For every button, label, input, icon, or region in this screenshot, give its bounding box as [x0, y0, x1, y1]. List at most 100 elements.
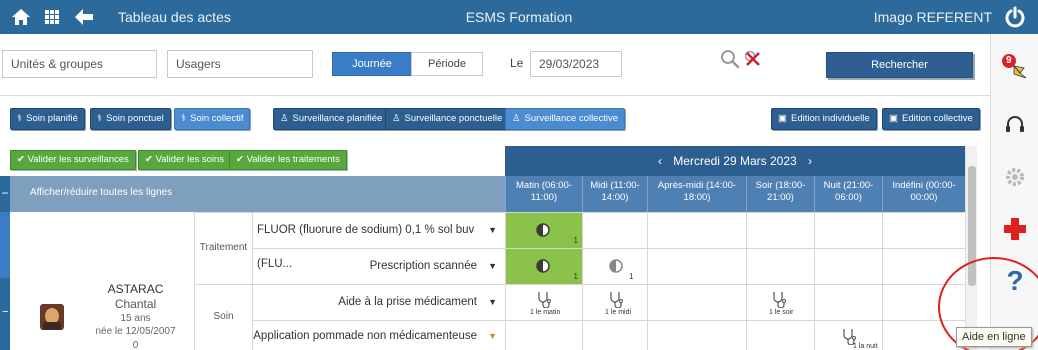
previous-day-button[interactable]: ‹ [650, 154, 670, 168]
validate-traitements-button[interactable]: ✔ Valider les traitements [229, 150, 347, 170]
soin-collectif-label: Soin collectif [190, 113, 244, 124]
check-icon: ✔ [17, 154, 28, 165]
medical-button[interactable] [1000, 214, 1030, 244]
cell-fluor-apres-midi[interactable] [647, 212, 746, 248]
surveillance-planifiee-button[interactable]: ♙ Surveillance planifiée [273, 108, 390, 130]
category-soin: Soin [195, 284, 253, 350]
cell-aide-midi[interactable]: 1 le midi [582, 284, 647, 320]
validate-soins-button[interactable]: ✔ Valider les soins [138, 150, 232, 170]
row-collapse-toggle[interactable]: − [0, 278, 10, 350]
cell-prescription-matin[interactable]: 1 [505, 248, 582, 284]
mode-period-button[interactable]: Période [411, 52, 483, 76]
surveillance-collective-label: Surveillance collective [524, 113, 618, 124]
soin-planifie-label: Soin planifié [26, 113, 78, 124]
slot-line: 21:00) [767, 192, 794, 203]
soin-collectif-button[interactable]: ⚕ Soin collectif [174, 108, 251, 130]
cell-aide-apres-midi[interactable] [647, 284, 746, 320]
patient-birth-date: née le 12/05/2007 [95, 326, 176, 337]
search-icon[interactable] [719, 48, 741, 70]
cell-aide-soir[interactable]: 1 le soir [746, 284, 814, 320]
stethoscope-icon [538, 292, 551, 308]
patient-card[interactable]: ASTARAC Chantal 15 ans née le 12/05/2007… [10, 212, 195, 350]
chevron-down-icon[interactable]: ▼ [488, 285, 497, 319]
search-button[interactable]: Rechercher [826, 52, 973, 78]
soin-planifie-button[interactable]: ⚕ Soin planifié [10, 108, 85, 130]
clear-search-icon[interactable] [742, 48, 764, 70]
next-day-button[interactable]: › [800, 154, 820, 168]
validate-soins-label: Valider les soins [155, 154, 225, 165]
chevron-down-icon[interactable]: ▼ [488, 249, 497, 283]
person-icon: ♙ [512, 113, 521, 124]
cell-fluor-nuit[interactable] [814, 212, 882, 248]
surveillance-planifiee-label: Surveillance planifiée [292, 113, 383, 124]
dose-count: 1 [573, 272, 578, 281]
apps-grid-icon[interactable] [42, 6, 62, 28]
users-input[interactable]: Usagers [167, 50, 313, 78]
cell-prescription-apres-midi[interactable] [647, 248, 746, 284]
cell-pommade-soir[interactable] [746, 320, 814, 350]
cell-prescription-midi[interactable]: 1 [582, 248, 647, 284]
units-groups-input[interactable]: Unités & groupes [2, 50, 157, 78]
chevron-down-icon[interactable]: ▼ [488, 321, 497, 350]
cell-prescription-soir[interactable] [746, 248, 814, 284]
acts-grid: − ASTARAC Chantal 15 ans née le 12/05/20… [0, 212, 965, 350]
edition-individuelle-button[interactable]: ▣ Edition individuelle [771, 108, 877, 130]
collapse-all-toggle[interactable]: − [0, 176, 10, 212]
soin-ponctuel-button[interactable]: ⚕ Soin ponctuel [90, 108, 171, 130]
slot-line: Après-midi (14:00- [657, 180, 737, 191]
stethoscope-icon: ⚕ [17, 113, 23, 124]
soin-ponctuel-label: Soin ponctuel [106, 113, 164, 124]
date-input[interactable]: 29/03/2023 [530, 51, 622, 77]
cell-pommade-apres-midi[interactable] [647, 320, 746, 350]
act-row-aide-medicament[interactable]: Aide à la prise médicament ▼ [253, 284, 505, 320]
surveillance-collective-button[interactable]: ♙ Surveillance collective [505, 108, 625, 130]
act-row-pommade[interactable]: Application pommade non médicamenteuse ▼ [253, 320, 505, 350]
validate-surveillances-button[interactable]: ✔ Valider les surveillances [10, 150, 136, 170]
act-row-fluor[interactable]: FLUOR (fluorure de sodium) 0,1 % sol buv… [253, 212, 505, 270]
dose-count: 1 [573, 236, 578, 245]
filter-bar: Unités & groupes Usagers Journée Période… [0, 34, 990, 96]
notifications-button[interactable]: 9 [1000, 52, 1030, 82]
cell-prescription-nuit[interactable] [814, 248, 882, 284]
toggle-all-rows-label[interactable]: Afficher/réduire toutes les lignes [30, 187, 172, 198]
act-row-prescription[interactable]: Prescription scannée ▼ [253, 248, 505, 284]
slot-occurrence: 1 le midi [605, 309, 632, 316]
avatar [40, 304, 64, 330]
half-dose-icon [609, 259, 623, 273]
power-icon[interactable] [1004, 6, 1026, 28]
slot-line: 18:00) [683, 192, 711, 203]
stethoscope-icon: ⚕ [97, 113, 103, 124]
edition-collective-button[interactable]: ▣ Edition collective [882, 108, 980, 130]
back-arrow-icon[interactable] [72, 6, 96, 28]
cell-fluor-indefini[interactable] [882, 212, 965, 248]
person-icon: ♙ [392, 113, 401, 124]
cell-pommade-matin[interactable] [505, 320, 582, 350]
slot-header-midi: Midi (11:00- 14:00) [582, 176, 647, 212]
flag-icon [1002, 54, 1027, 79]
cell-fluor-midi[interactable] [582, 212, 647, 248]
cell-aide-matin[interactable]: 1 le matin [505, 284, 582, 320]
support-button[interactable] [1000, 110, 1030, 140]
slot-line: Matin (06:00- [516, 180, 572, 191]
slot-header-nuit: Nuit (21:00- 06:00) [814, 176, 882, 212]
edition-collective-label: Edition collective [901, 113, 973, 124]
slot-line: Nuit (21:00- [823, 180, 874, 191]
notification-count: 9 [1006, 55, 1012, 66]
cell-fluor-matin[interactable]: 1 [505, 212, 582, 248]
slot-line: Indéfini (00:00- [892, 180, 956, 191]
cell-aide-nuit[interactable] [814, 284, 882, 320]
current-user[interactable]: Imago REFERENT [874, 9, 992, 25]
surveillance-ponctuelle-button[interactable]: ♙ Surveillance ponctuelle [385, 108, 510, 130]
cell-pommade-midi[interactable] [582, 320, 647, 350]
cell-pommade-nuit[interactable]: 1 la nuit [814, 320, 882, 350]
dose-count: 1 [629, 272, 634, 281]
act-label: Prescription scannée [369, 260, 477, 272]
chevron-down-icon[interactable]: ▼ [488, 213, 497, 247]
settings-button[interactable] [1000, 162, 1030, 192]
home-icon[interactable] [10, 6, 32, 28]
document-icon: ▣ [778, 113, 787, 124]
cell-fluor-soir[interactable] [746, 212, 814, 248]
mode-day-button[interactable]: Journée [332, 52, 412, 76]
medical-cross-icon [1004, 218, 1026, 240]
person-icon: ♙ [280, 113, 289, 124]
